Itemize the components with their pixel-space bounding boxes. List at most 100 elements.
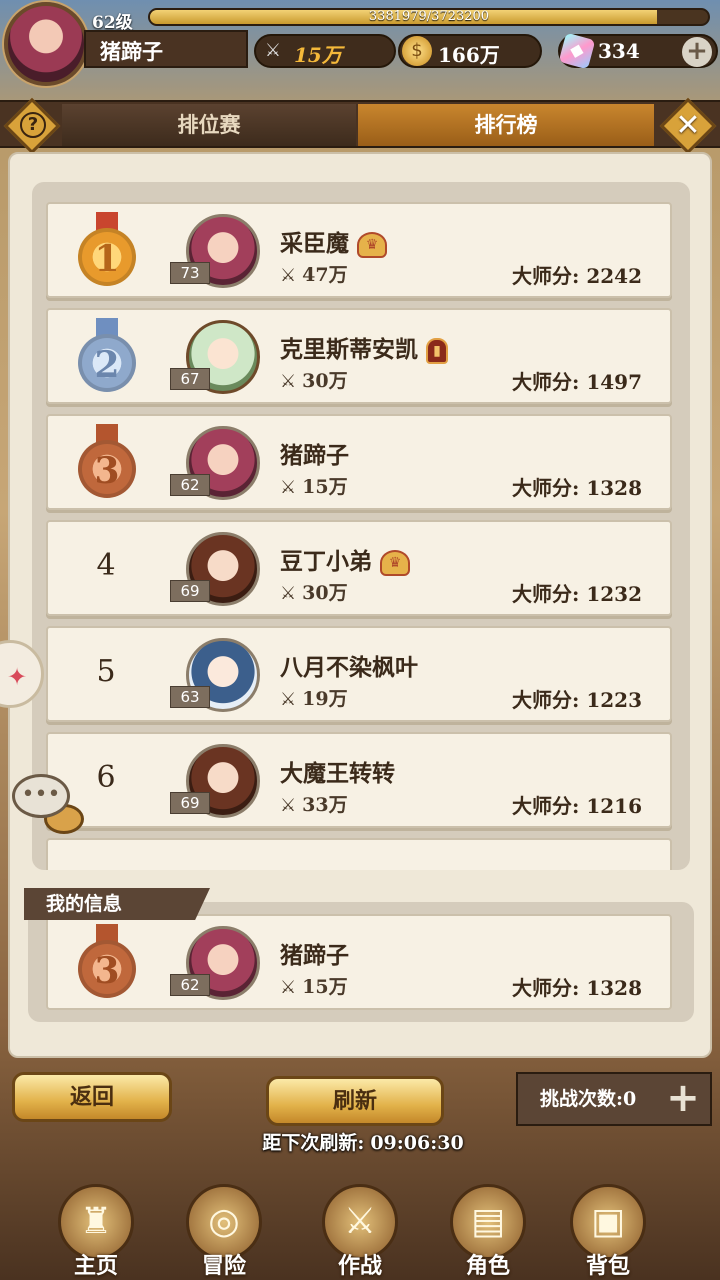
crossed-swords-icon: ⚔	[280, 689, 297, 710]
master-score: 大师分: 1223	[511, 688, 642, 712]
power-display: ⚔ 15万	[254, 34, 396, 68]
level-tag: 69	[170, 792, 210, 814]
bottom-nav: ♜ 主页 ◎ 冒险 ⚔ 作战 ▤ 角色 ▣ 背包	[0, 1176, 720, 1280]
xp-text: 3381979/3723200	[368, 9, 490, 24]
level-tag: 73	[170, 262, 210, 284]
power-value: 30万	[302, 582, 348, 604]
player-name: 克里斯蒂安凯	[280, 336, 418, 363]
crown-badge-icon: ♛	[380, 550, 410, 576]
gem-value: 334	[598, 39, 640, 63]
close-button[interactable]: ✕	[659, 97, 717, 155]
level-tag: 63	[170, 686, 210, 708]
crossed-swords-icon: ⚔	[280, 371, 297, 392]
nav-label: 冒险	[201, 1253, 246, 1279]
medal-rank: 1	[78, 228, 136, 286]
gold-coin-icon: $	[402, 36, 432, 66]
player-name-line: 猪蹄子	[280, 436, 349, 470]
crossed-swords-icon: ⚔	[280, 583, 297, 604]
nav-home[interactable]: ♜ 主页	[36, 1176, 156, 1280]
bronze-medal-icon: 3	[74, 924, 140, 1004]
leaderboard-list[interactable]: 1 73 采臣魔 ♛ ⚔ 47万 大师分: 2242 2 67 克里斯蒂安凯 ▮ ⚔ 30万 大师分: 1…	[32, 182, 690, 870]
power: ⚔ 30万	[280, 366, 348, 393]
level-tag: 69	[170, 580, 210, 602]
level-tag: 67	[170, 368, 210, 390]
master-score: 大师分: 1232	[511, 582, 642, 606]
master-score: 大师分: 2242	[511, 264, 642, 288]
master-score: 大师分: 1497	[511, 370, 642, 394]
table-row[interactable]: 5 63 八月不染枫叶 ⚔ 19万 大师分: 1223	[46, 626, 672, 722]
medal-rank: 2	[78, 334, 136, 392]
power: ⚔ 30万	[280, 578, 348, 605]
refresh-button[interactable]: 刷新	[266, 1076, 444, 1126]
player-name-line: 八月不染枫叶	[280, 648, 418, 682]
rank-number: 5	[96, 654, 116, 689]
crossed-swords-icon: ⚔	[280, 795, 297, 816]
table-row[interactable]: 3 62 猪蹄子 ⚔ 15万 大师分: 1328	[46, 414, 672, 510]
master-score: 大师分: 1328	[511, 976, 642, 1000]
nav-adventure[interactable]: ◎ 冒险	[164, 1176, 284, 1280]
gold-medal-icon: 1	[74, 212, 140, 292]
my-info-row[interactable]: 3 62 猪蹄子 ⚔ 15万 大师分: 1328	[46, 914, 672, 1010]
table-row-partial[interactable]	[46, 838, 672, 870]
nav-label: 主页	[73, 1253, 118, 1279]
rank-number: 4	[96, 548, 116, 583]
gold-value: 166万	[438, 43, 500, 67]
power: ⚔ 33万	[280, 790, 348, 817]
level-tag: 62	[170, 474, 210, 496]
power-value: 19万	[302, 688, 348, 710]
player-name: 八月不染枫叶	[280, 654, 418, 681]
my-info-header: 我的信息	[24, 888, 210, 920]
power: ⚔ 15万	[280, 472, 348, 499]
bronze-medal-icon: 3	[74, 424, 140, 504]
nav-label: 角色	[465, 1253, 510, 1279]
helmet-badge-icon: ▮	[426, 338, 448, 364]
player-name-line: 豆丁小弟 ♛	[280, 542, 410, 576]
nav-label: 背包	[585, 1253, 630, 1279]
tab-bar: ? 排位赛 排行榜 ✕	[0, 97, 720, 155]
power: ⚔ 15万	[280, 972, 348, 999]
crossed-swords-icon: ⚔	[280, 265, 297, 286]
tab-rank-match[interactable]: 排位赛	[62, 104, 356, 146]
nav-label: 作战	[337, 1253, 382, 1279]
gold-display: $ 166万	[398, 34, 542, 68]
table-row[interactable]: 4 69 豆丁小弟 ♛ ⚔ 30万 大师分: 1232	[46, 520, 672, 616]
close-icon: ✕	[675, 108, 701, 143]
sparkle-icon: ✦	[7, 663, 28, 691]
player-name-line: 克里斯蒂安凯 ▮	[280, 330, 448, 364]
question-icon: ?	[20, 112, 46, 138]
crossed-swords-icon: ⚔	[264, 40, 282, 61]
chat-button[interactable]: •••	[12, 774, 84, 834]
nav-bag[interactable]: ▣ 背包	[548, 1176, 668, 1280]
challenge-count: 挑战次数:0 +	[516, 1072, 712, 1126]
player-avatar[interactable]	[4, 2, 88, 86]
xp-bar: 3381979/3723200	[148, 8, 710, 26]
add-gems-button[interactable]: +	[682, 37, 712, 67]
player-name: 豆丁小弟	[280, 548, 372, 575]
nav-battle[interactable]: ⚔ 作战	[300, 1176, 420, 1280]
table-row[interactable]: 2 67 克里斯蒂安凯 ▮ ⚔ 30万 大师分: 1497	[46, 308, 672, 404]
add-challenge-button[interactable]: +	[664, 1078, 702, 1120]
power-value: 47万	[302, 264, 348, 286]
master-score: 大师分: 1216	[511, 794, 642, 818]
table-row[interactable]: 6 69 大魔王转转 ⚔ 33万 大师分: 1216	[46, 732, 672, 828]
table-row[interactable]: 1 73 采臣魔 ♛ ⚔ 47万 大师分: 2242	[46, 202, 672, 298]
player-name: 猪蹄子	[100, 39, 163, 64]
tab-leaderboard[interactable]: 排行榜	[358, 104, 654, 146]
player-name: 猪蹄子	[280, 442, 349, 469]
challenge-count-text: 挑战次数:0	[540, 1088, 637, 1110]
power-value: 15万	[302, 476, 348, 498]
player-name-line: 采臣魔 ♛	[280, 224, 387, 258]
nav-character[interactable]: ▤ 角色	[428, 1176, 548, 1280]
back-button[interactable]: 返回	[12, 1072, 172, 1122]
power: ⚔ 19万	[280, 684, 348, 711]
player-name-line: 大魔王转转	[280, 754, 395, 788]
silver-medal-icon: 2	[74, 318, 140, 398]
crown-badge-icon: ♛	[357, 232, 387, 258]
help-button[interactable]: ?	[3, 97, 61, 155]
player-name: 猪蹄子	[280, 942, 349, 969]
medal-rank: 3	[78, 940, 136, 998]
my-info-box: 3 62 猪蹄子 ⚔ 15万 大师分: 1328	[28, 902, 694, 1022]
player-name: 大魔王转转	[280, 760, 395, 787]
refresh-timer: 距下次刷新: 09:06:30	[0, 1128, 720, 1155]
crossed-swords-icon: ⚔	[280, 477, 297, 498]
